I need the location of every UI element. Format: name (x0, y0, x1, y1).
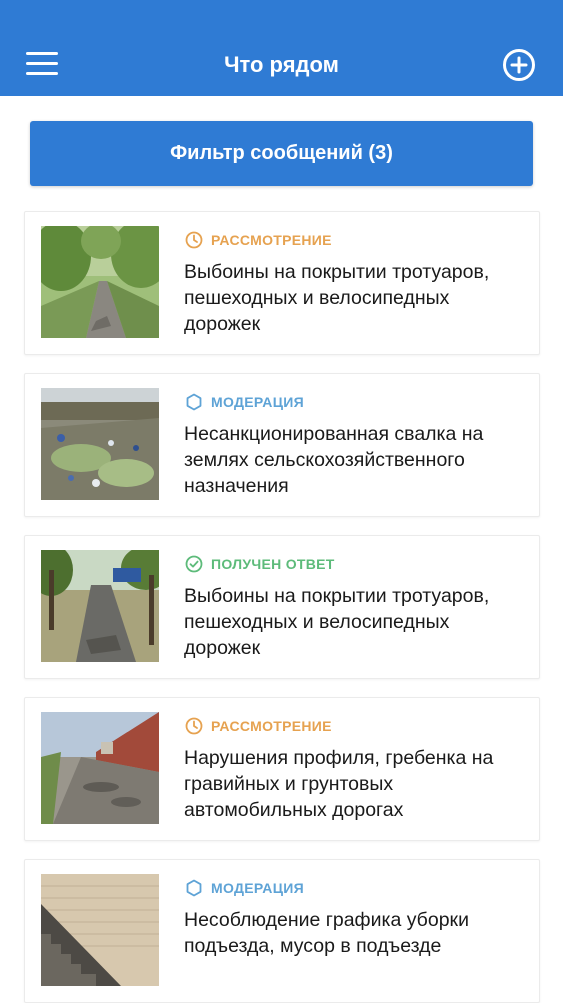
report-photo (41, 874, 159, 986)
report-title: Несоблюдение графика уборки подъезда, му… (184, 909, 469, 957)
report-photo (41, 712, 159, 824)
list-item[interactable]: ПОЛУЧЕН ОТВЕТ Выбоины на покрытии тротуа… (24, 535, 540, 679)
status-badge: РАССМОТРЕНИЕ (185, 716, 332, 736)
filter-messages-button[interactable]: Фильтр сообщений (3) (30, 121, 533, 186)
hexagon-icon (186, 393, 202, 411)
list-item[interactable]: МОДЕРАЦИЯ Несанкционированная свалка на … (24, 373, 540, 517)
hexagon-icon (186, 879, 202, 897)
status-label: МОДЕРАЦИЯ (211, 394, 304, 410)
status-badge: МОДЕРАЦИЯ (185, 878, 304, 898)
report-title: Несанкционированная свалка на землях сел… (184, 423, 484, 497)
clock-icon (185, 717, 203, 735)
status-label: РАССМОТРЕНИЕ (211, 232, 332, 248)
status-badge: ПОЛУЧЕН ОТВЕТ (185, 554, 335, 574)
report-photo (41, 226, 159, 338)
status-badge: МОДЕРАЦИЯ (185, 392, 304, 412)
status-label: ПОЛУЧЕН ОТВЕТ (211, 556, 335, 572)
app-bar: Что рядом (0, 0, 563, 96)
status-label: РАССМОТРЕНИЕ (211, 718, 332, 734)
report-photo (41, 550, 159, 662)
clock-icon (185, 231, 203, 249)
report-title: Нарушения профиля, гребенка на гравийных… (184, 747, 494, 821)
list-item[interactable]: РАССМОТРЕНИЕ Выбоины на покрытии тротуар… (24, 211, 540, 355)
page-title: Что рядом (224, 52, 339, 77)
status-badge: РАССМОТРЕНИЕ (185, 230, 332, 250)
report-title: Выбоины на покрытии тротуаров, пешеходны… (184, 585, 490, 659)
list-item[interactable]: МОДЕРАЦИЯ Несоблюдение графика уборки по… (24, 859, 540, 1003)
check-circle-icon (185, 555, 203, 573)
report-title: Выбоины на покрытии тротуаров, пешеходны… (184, 261, 490, 335)
status-label: МОДЕРАЦИЯ (211, 880, 304, 896)
list-item[interactable]: РАССМОТРЕНИЕ Нарушения профиля, гребенка… (24, 697, 540, 841)
plus-circle-icon[interactable] (502, 48, 536, 82)
report-photo (41, 388, 159, 500)
